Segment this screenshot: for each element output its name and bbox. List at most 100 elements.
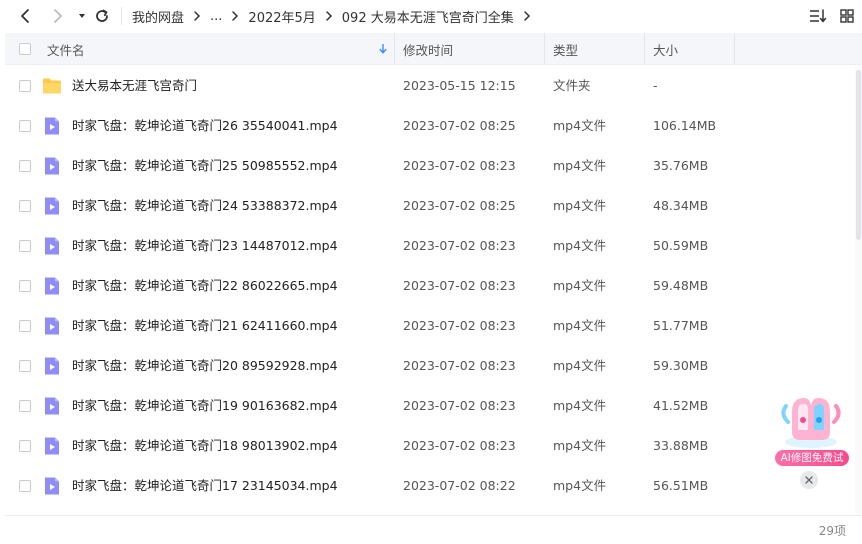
- file-size: 48.34MB: [653, 198, 709, 213]
- list-item[interactable]: 送大易本无涯飞宫奇门 2023-05-15 12:15 文件夹 -: [5, 66, 855, 106]
- list-item[interactable]: 时家飞盘：乾坤论道飞奇门20 89592928.mp4 2023-07-02 0…: [5, 346, 855, 386]
- file-size: 33.88MB: [653, 438, 709, 453]
- toolbar: 我的网盘 ... 2022年5月 092 大易本无涯飞宫奇门全集: [0, 0, 862, 32]
- row-checkbox[interactable]: [19, 160, 31, 172]
- file-modified: 2023-07-02 08:23: [403, 358, 516, 373]
- file-name: 送大易本无涯飞宫奇门: [72, 78, 198, 93]
- row-checkbox[interactable]: [19, 400, 31, 412]
- file-size: 106.14MB: [653, 118, 717, 133]
- list-item[interactable]: 时家飞盘：乾坤论道飞奇门19 90163682.mp4 2023-07-02 0…: [5, 386, 855, 426]
- file-type: mp4文件: [553, 238, 607, 253]
- file-modified: 2023-07-02 08:23: [403, 398, 516, 413]
- video-file-icon: [42, 316, 62, 336]
- file-name: 时家飞盘：乾坤论道飞奇门26 35540041.mp4: [72, 118, 338, 133]
- file-name: 时家飞盘：乾坤论道飞奇门18 98013902.mp4: [72, 438, 338, 453]
- list-item[interactable]: 时家飞盘：乾坤论道飞奇门24 53388372.mp4 2023-07-02 0…: [5, 186, 855, 226]
- file-type: mp4文件: [553, 478, 607, 493]
- file-name: 时家飞盘：乾坤论道飞奇门21 62411660.mp4: [72, 318, 338, 333]
- file-type: mp4文件: [553, 438, 607, 453]
- column-type[interactable]: 类型: [553, 33, 578, 65]
- row-checkbox[interactable]: [19, 200, 31, 212]
- file-name: 时家飞盘：乾坤论道飞奇门25 50985552.mp4: [72, 158, 338, 173]
- sort-desc-icon[interactable]: [379, 33, 387, 65]
- list-item[interactable]: 时家飞盘：乾坤论道飞奇门26 35540041.mp4 2023-07-02 0…: [5, 106, 855, 146]
- back-icon[interactable]: [15, 6, 35, 26]
- breadcrumb: 我的网盘 ... 2022年5月 092 大易本无涯飞宫奇门全集: [132, 6, 540, 26]
- column-modified[interactable]: 修改时间: [403, 33, 453, 65]
- file-type: mp4文件: [553, 118, 607, 133]
- video-file-icon: [42, 476, 62, 496]
- file-name: 时家飞盘：乾坤论道飞奇门20 89592928.mp4: [72, 358, 338, 373]
- breadcrumb-item-ellipsis[interactable]: ...: [210, 9, 222, 24]
- column-divider: [544, 33, 545, 65]
- file-size: 59.48MB: [653, 278, 709, 293]
- grid-view-icon[interactable]: [837, 6, 857, 26]
- close-icon[interactable]: [800, 471, 818, 489]
- list-item[interactable]: 时家飞盘：乾坤论道飞奇门17 23145034.mp4 2023-07-02 0…: [5, 466, 855, 506]
- footer-divider: [5, 515, 862, 516]
- select-all-checkbox[interactable]: [19, 33, 31, 65]
- file-modified: 2023-07-02 08:23: [403, 238, 516, 253]
- file-name: 时家飞盘：乾坤论道飞奇门17 23145034.mp4: [72, 478, 338, 493]
- file-type: 文件夹: [553, 78, 591, 93]
- file-modified: 2023-07-02 08:23: [403, 158, 516, 173]
- row-checkbox[interactable]: [19, 480, 31, 492]
- video-file-icon: [42, 276, 62, 296]
- list-item[interactable]: 时家飞盘：乾坤论道飞奇门23 14487012.mp4 2023-07-02 0…: [5, 226, 855, 266]
- row-checkbox[interactable]: [19, 280, 31, 292]
- column-divider: [734, 33, 735, 65]
- list-item[interactable]: 时家飞盘：乾坤论道飞奇门21 62411660.mp4 2023-07-02 0…: [5, 306, 855, 346]
- file-list-header: 文件名 修改时间 类型 大小: [5, 33, 862, 65]
- row-checkbox[interactable]: [19, 360, 31, 372]
- breadcrumb-item-current[interactable]: 092 大易本无涯飞宫奇门全集: [342, 7, 514, 26]
- video-file-icon: [42, 436, 62, 456]
- list-item[interactable]: 时家飞盘：乾坤论道飞奇门25 50985552.mp4 2023-07-02 0…: [5, 146, 855, 186]
- toolbar-divider: [121, 7, 122, 25]
- row-checkbox[interactable]: [19, 80, 31, 92]
- video-file-icon: [42, 356, 62, 376]
- file-name: 时家飞盘：乾坤论道飞奇门24 53388372.mp4: [72, 198, 338, 213]
- history-dropdown-icon[interactable]: [72, 6, 92, 26]
- file-type: mp4文件: [553, 278, 607, 293]
- ai-photo-label: AI修图免费试: [775, 450, 849, 466]
- file-name: 时家飞盘：乾坤论道飞奇门19 90163682.mp4: [72, 398, 338, 413]
- file-size: 50.59MB: [653, 238, 709, 253]
- column-name[interactable]: 文件名: [47, 33, 85, 65]
- row-checkbox[interactable]: [19, 440, 31, 452]
- file-size: 51.77MB: [653, 318, 709, 333]
- file-type: mp4文件: [553, 158, 607, 173]
- file-modified: 2023-07-02 08:23: [403, 318, 516, 333]
- ai-photo-widget[interactable]: AI修图免费试: [770, 392, 852, 470]
- file-size: 59.30MB: [653, 358, 709, 373]
- column-divider: [394, 33, 395, 65]
- sort-list-icon[interactable]: [808, 6, 828, 26]
- refresh-icon[interactable]: [92, 6, 112, 26]
- file-size: 56.51MB: [653, 478, 709, 493]
- chevron-right-icon: [193, 10, 201, 22]
- video-file-icon: [42, 116, 62, 136]
- file-type: mp4文件: [553, 358, 607, 373]
- chevron-right-icon[interactable]: [523, 10, 531, 22]
- file-modified: 2023-07-02 08:25: [403, 118, 516, 133]
- breadcrumb-item-month[interactable]: 2022年5月: [248, 7, 315, 26]
- file-modified: 2023-07-02 08:25: [403, 198, 516, 213]
- file-size: 35.76MB: [653, 158, 709, 173]
- breadcrumb-item-root[interactable]: 我的网盘: [132, 7, 184, 26]
- row-checkbox[interactable]: [19, 240, 31, 252]
- scrollbar-thumb[interactable]: [856, 70, 861, 240]
- folder-icon: [42, 76, 62, 96]
- file-type: mp4文件: [553, 398, 607, 413]
- row-checkbox[interactable]: [19, 320, 31, 332]
- file-name: 时家飞盘：乾坤论道飞奇门22 86022665.mp4: [72, 278, 338, 293]
- video-file-icon: [42, 396, 62, 416]
- file-modified: 2023-07-02 08:22: [403, 478, 516, 493]
- forward-icon[interactable]: [48, 6, 68, 26]
- list-item[interactable]: 时家飞盘：乾坤论道飞奇门22 86022665.mp4 2023-07-02 0…: [5, 266, 855, 306]
- list-item[interactable]: 时家飞盘：乾坤论道飞奇门18 98013902.mp4 2023-07-02 0…: [5, 426, 855, 466]
- chevron-right-icon: [325, 10, 333, 22]
- row-checkbox[interactable]: [19, 120, 31, 132]
- file-modified: 2023-07-02 08:23: [403, 438, 516, 453]
- column-size[interactable]: 大小: [653, 33, 678, 65]
- file-type: mp4文件: [553, 198, 607, 213]
- chevron-right-icon: [231, 10, 239, 22]
